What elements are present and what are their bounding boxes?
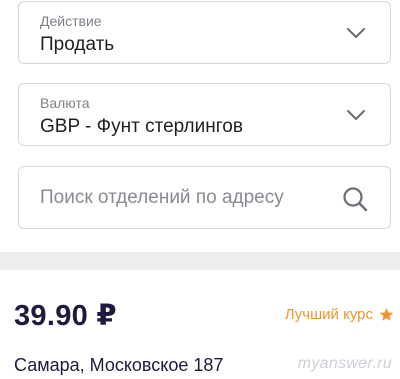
currency-label: Валюта bbox=[40, 95, 90, 111]
watermark: myanswer.ru bbox=[297, 355, 392, 372]
section-divider bbox=[0, 252, 400, 270]
action-label: Действие bbox=[40, 13, 102, 29]
chevron-down-icon bbox=[347, 28, 365, 38]
branch-offer-card[interactable]: 39.90 ₽ Лучший курс Самара, Московское 1… bbox=[0, 270, 400, 379]
currency-value: GBP - Фунт стерлингов bbox=[40, 116, 243, 137]
star-icon bbox=[379, 307, 394, 321]
exchange-form: Действие Продать Валюта GBP - Фунт стерл… bbox=[0, 0, 400, 252]
exchange-rate: 39.90 ₽ bbox=[14, 300, 117, 332]
currency-select[interactable]: Валюта GBP - Фунт стерлингов bbox=[18, 83, 391, 146]
branch-address: Самара, Московское 187 bbox=[14, 355, 224, 375]
best-rate-badge: Лучший курс bbox=[285, 306, 394, 323]
search-icon[interactable] bbox=[342, 186, 368, 212]
chevron-down-icon bbox=[347, 110, 365, 120]
search-input[interactable] bbox=[19, 167, 390, 228]
branch-search-field[interactable] bbox=[18, 166, 391, 229]
action-value: Продать bbox=[40, 34, 115, 55]
best-rate-label: Лучший курс bbox=[284, 306, 373, 323]
action-select[interactable]: Действие Продать bbox=[18, 1, 391, 64]
